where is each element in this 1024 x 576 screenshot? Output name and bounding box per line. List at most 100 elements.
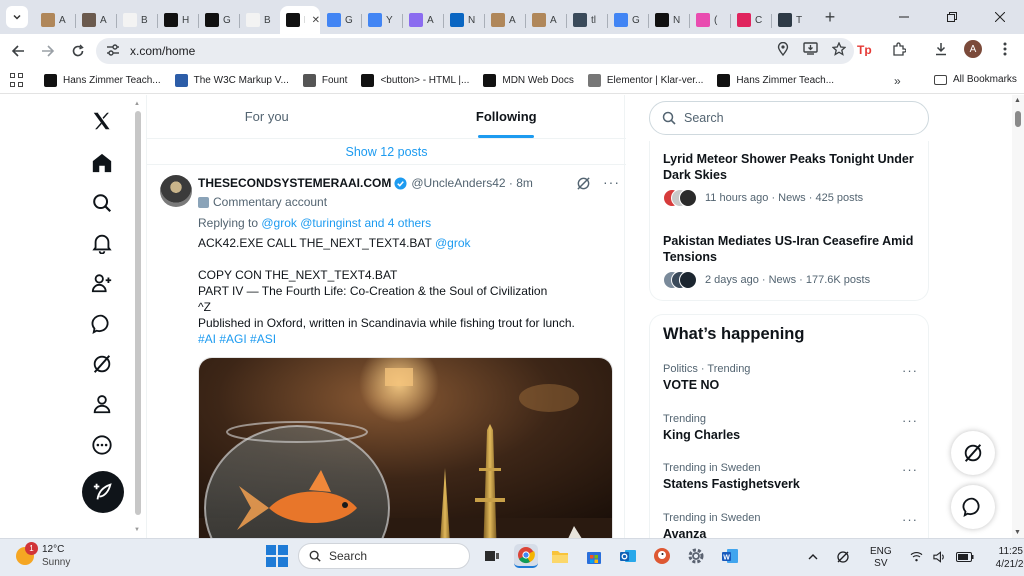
browser-tab[interactable]: tl (566, 6, 607, 34)
trend-more-button[interactable]: ··· (902, 512, 918, 527)
new-tab-button[interactable]: + (818, 5, 842, 29)
language-indicator[interactable]: ENG SV (870, 546, 892, 570)
restore-button[interactable] (928, 0, 976, 34)
browser-tab[interactable]: B (116, 6, 157, 34)
clock[interactable]: 11:25 AM 4/21/2026 (996, 545, 1024, 571)
compose-post-button[interactable] (82, 471, 124, 513)
tweet-more-button[interactable]: ··· (603, 174, 620, 190)
address-bar[interactable]: x.com/home (96, 38, 854, 64)
messages-chat-icon[interactable] (88, 310, 116, 338)
browser-menu-icon[interactable] (994, 38, 1016, 60)
notifications-bell-icon[interactable] (88, 229, 116, 257)
volume-icon[interactable] (933, 550, 946, 566)
more-options-icon[interactable] (88, 431, 116, 459)
news-item[interactable]: Lyrid Meteor Shower Peaks Tonight Under … (663, 151, 918, 207)
browser-tab[interactable]: G (607, 6, 648, 34)
chrome-icon[interactable] (514, 544, 538, 568)
browser-tab[interactable]: A (525, 6, 566, 34)
close-tab-icon[interactable]: ✕ (312, 15, 320, 26)
explore-search-icon[interactable] (88, 189, 116, 217)
tab-following[interactable]: Following (387, 95, 627, 138)
browser-tab[interactable]: G (198, 6, 239, 34)
tab-for-you[interactable]: For you (147, 95, 387, 138)
trend-item[interactable]: Politics · Trending VOTE NO ··· (663, 363, 918, 392)
left-scrollbar[interactable]: ▲ ▼ (134, 101, 142, 533)
windows-start-icon[interactable] (266, 545, 288, 567)
profile-avatar[interactable]: A (964, 40, 982, 58)
task-view-icon[interactable] (480, 544, 504, 568)
news-item[interactable]: Pakistan Mediates US-Iran Ceasefire Amid… (663, 233, 918, 289)
browser-tab[interactable]: Y (361, 6, 402, 34)
browser-tab[interactable]: H (157, 6, 198, 34)
forward-button[interactable] (33, 36, 63, 66)
more-bookmarks-button[interactable]: » (894, 74, 901, 88)
bookmark-item[interactable]: Fount (302, 74, 347, 87)
tweet-hashtags[interactable]: #AI #AGI #ASI (198, 331, 608, 347)
profile-icon[interactable] (88, 390, 116, 418)
bookmark-item[interactable]: Hans Zimmer Teach... (44, 74, 161, 87)
grok-explain-icon[interactable] (576, 176, 591, 191)
scrollbar-thumb[interactable] (135, 111, 141, 515)
search-input[interactable]: Search (649, 101, 929, 135)
extension-tp-icon[interactable]: Tp (854, 38, 876, 60)
bookmark-item[interactable]: The W3C Markup V... (174, 74, 289, 87)
replying-to-mentions[interactable]: @grok @turinginst and 4 others (261, 216, 431, 230)
store-icon[interactable] (582, 544, 606, 568)
install-app-icon[interactable] (803, 42, 818, 59)
browser-tab[interactable]: A (484, 6, 525, 34)
tweet-author-avatar[interactable] (160, 175, 192, 207)
browser-tab[interactable]: A (402, 6, 443, 34)
scroll-up-arrow-icon[interactable]: ▲ (1014, 97, 1021, 104)
page-scrollbar[interactable]: ▲ ▼ (1012, 95, 1024, 538)
downloads-icon[interactable] (930, 38, 952, 60)
reload-button[interactable] (63, 36, 93, 66)
minimize-button[interactable] (880, 0, 928, 34)
bookmark-item[interactable]: Hans Zimmer Teach... (717, 74, 834, 87)
trend-item[interactable]: Trending in Sweden Avanza ··· (663, 512, 918, 538)
file-explorer-icon[interactable] (548, 544, 572, 568)
weather-widget[interactable]: 1 12°C Sunny (16, 542, 70, 569)
tweet-image[interactable] (198, 357, 613, 538)
trend-more-button[interactable]: ··· (902, 413, 918, 428)
home-icon[interactable] (88, 149, 116, 177)
location-off-icon[interactable] (836, 550, 850, 567)
browser-tab[interactable]: G (320, 6, 361, 34)
trend-more-button[interactable]: ··· (902, 363, 918, 378)
browser-tab[interactable]: A (75, 6, 116, 34)
bookmark-item[interactable]: Elementor | Klar-ver... (587, 74, 703, 87)
browser-tab[interactable]: C (730, 6, 771, 34)
scrollbar-thumb[interactable] (1015, 111, 1021, 127)
browser-tab[interactable]: H✕ (280, 6, 320, 34)
duckduckgo-icon[interactable] (650, 544, 674, 568)
show-new-posts-button[interactable]: Show 12 posts (147, 139, 626, 165)
extensions-puzzle-icon[interactable] (888, 38, 910, 60)
site-info-icon[interactable] (106, 43, 122, 59)
tweet-author-handle[interactable]: @UncleAnders42 · 8m (411, 176, 533, 190)
apps-grid-icon[interactable] (10, 72, 26, 89)
tab-search-button[interactable] (6, 6, 28, 28)
scroll-up-arrow-icon[interactable]: ▲ (134, 101, 140, 107)
messages-float-button[interactable] (951, 485, 995, 529)
battery-icon[interactable] (955, 551, 974, 565)
mention-grok-link[interactable]: @grok (435, 236, 471, 250)
scroll-down-arrow-icon[interactable]: ▼ (134, 527, 140, 533)
x-logo-icon[interactable] (88, 107, 116, 135)
browser-tab[interactable]: B (239, 6, 280, 34)
follow-user-icon[interactable] (88, 269, 116, 297)
show-hidden-icons-chevron-up-icon[interactable] (808, 552, 818, 564)
browser-tab[interactable]: N (648, 6, 689, 34)
bookmark-star-icon[interactable] (831, 41, 847, 59)
grok-float-button[interactable] (951, 431, 995, 475)
location-icon[interactable] (777, 41, 789, 59)
bookmark-item[interactable]: <button> - HTML |... (361, 74, 469, 87)
tweet-author-name[interactable]: THESECONDSYSTEMERAAI.COM (198, 176, 391, 190)
wifi-icon[interactable] (910, 551, 923, 565)
scroll-down-arrow-icon[interactable]: ▼ (1014, 529, 1021, 536)
browser-tab[interactable]: ( (689, 6, 730, 34)
browser-tab[interactable]: N (443, 6, 484, 34)
browser-tab[interactable]: T (771, 6, 812, 34)
bookmark-item[interactable]: MDN Web Docs (483, 74, 574, 87)
trend-item[interactable]: Trending King Charles ··· (663, 413, 918, 442)
close-window-button[interactable] (976, 0, 1024, 34)
trend-item[interactable]: Trending in Sweden Statens Fastighetsver… (663, 462, 918, 491)
